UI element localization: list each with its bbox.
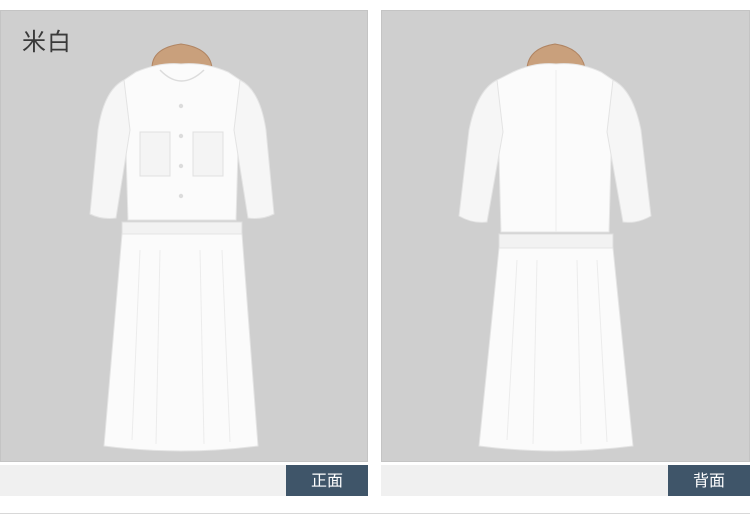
back-view-tag: 背面 — [668, 465, 750, 496]
back-view-photo — [381, 10, 750, 462]
front-view-photo: 米白 — [0, 10, 368, 462]
color-name-label: 米白 — [22, 28, 72, 56]
front-caption-bar: 正面 — [0, 465, 368, 496]
front-view-tag: 正面 — [286, 465, 368, 496]
bottom-divider — [0, 513, 750, 514]
front-dress-image — [89, 43, 275, 452]
back-dress-image — [458, 43, 652, 452]
back-caption-bar: 背面 — [381, 465, 750, 496]
